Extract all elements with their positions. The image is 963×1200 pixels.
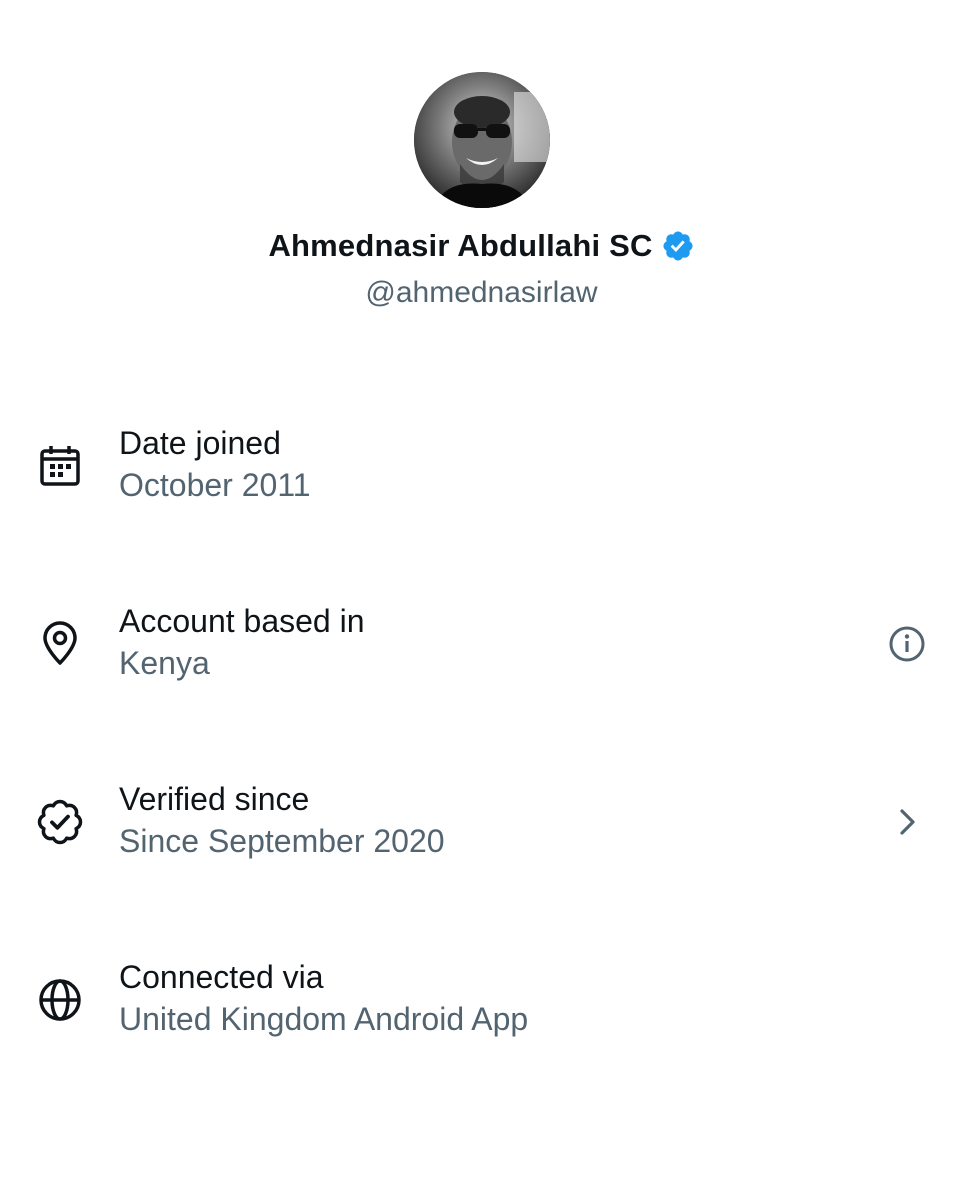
- avatar-photo: [413, 72, 550, 208]
- profile-header: Ahmednasir Abdullahi SC @ahmednasirlaw: [0, 72, 963, 310]
- info-row-account-based-in: Account based in Kenya: [0, 580, 963, 758]
- row-value: United Kingdom Android App: [119, 1001, 529, 1037]
- chevron-right-icon[interactable]: [887, 802, 927, 842]
- row-label: Date joined: [119, 425, 281, 461]
- row-value: Kenya: [119, 645, 210, 681]
- row-text: Date joined October 2011: [119, 422, 311, 506]
- verified-check-icon: [36, 798, 84, 846]
- globe-icon: [36, 976, 84, 1024]
- info-row-verified-since[interactable]: Verified since Since September 2020: [0, 758, 963, 936]
- row-text: Verified since Since September 2020: [119, 778, 445, 862]
- avatar[interactable]: [413, 72, 550, 208]
- row-value: October 2011: [119, 467, 311, 503]
- row-value: Since September 2020: [119, 823, 445, 859]
- handle: @ahmednasirlaw: [365, 276, 598, 309]
- info-row-date-joined: Date joined October 2011: [0, 402, 963, 580]
- verified-badge-icon[interactable]: [661, 229, 695, 263]
- info-icon[interactable]: [887, 624, 927, 664]
- row-text: Connected via United Kingdom Android App: [119, 956, 528, 1040]
- row-label: Connected via: [119, 959, 324, 995]
- name-row: Ahmednasir Abdullahi SC: [0, 226, 963, 266]
- row-label: Account based in: [119, 603, 365, 639]
- row-text: Account based in Kenya: [119, 600, 365, 684]
- calendar-icon: [36, 442, 84, 490]
- info-row-connected-via: Connected via United Kingdom Android App: [0, 936, 963, 1114]
- row-label: Verified since: [119, 781, 310, 817]
- account-info-list: Date joined October 2011 Account based i…: [0, 402, 963, 1114]
- display-name: Ahmednasir Abdullahi SC: [268, 228, 653, 263]
- location-pin-icon: [36, 620, 84, 668]
